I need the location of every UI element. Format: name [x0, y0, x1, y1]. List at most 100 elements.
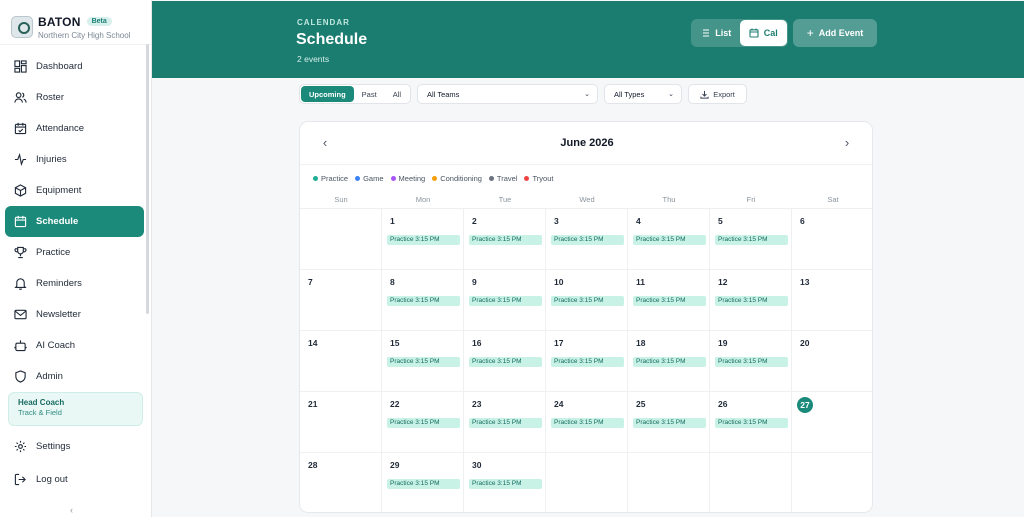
plus-icon: + [806, 26, 814, 40]
legend-label: Game [363, 174, 384, 183]
event-chip[interactable]: Practice 3:15 PM [469, 235, 542, 245]
event-chip[interactable]: Practice 3:15 PM [551, 235, 624, 245]
day-cell[interactable]: 5 Practice 3:15 PM [710, 209, 792, 270]
sidebar-item-reminders[interactable]: Reminders [5, 268, 144, 299]
day-cell[interactable]: 3 Practice 3:15 PM [546, 209, 628, 270]
calendar-view-button[interactable]: Cal [739, 20, 787, 46]
day-cell[interactable]: 23 Practice 3:15 PM [464, 392, 546, 453]
team-select[interactable]: All Teams ⌄ [417, 84, 599, 104]
day-number: 12 [718, 277, 728, 287]
sidebar-item-newsletter[interactable]: Newsletter [5, 299, 144, 330]
legend-dot-icon [313, 176, 318, 181]
day-cell[interactable]: 27 [792, 392, 872, 453]
event-chip[interactable]: Practice 3:15 PM [715, 418, 788, 428]
sidebar-item-label: Newsletter [36, 309, 81, 320]
sidebar-item-settings[interactable]: Settings [5, 431, 144, 462]
range-upcoming-button[interactable]: Upcoming [301, 86, 354, 102]
day-cell[interactable]: 7 [300, 270, 382, 331]
day-cell[interactable]: 28 [300, 453, 382, 512]
day-cell[interactable]: 19 Practice 3:15 PM [710, 331, 792, 392]
day-number: 13 [800, 277, 810, 287]
day-cell[interactable]: 13 [792, 270, 872, 331]
beta-badge: Beta [86, 17, 112, 26]
export-button[interactable]: Export [688, 84, 748, 104]
sidebar-item-schedule[interactable]: Schedule [5, 206, 144, 237]
event-chip[interactable]: Practice 3:15 PM [469, 479, 542, 489]
sidebar-item-dashboard[interactable]: Dashboard [5, 51, 144, 82]
day-cell[interactable]: 22 Practice 3:15 PM [382, 392, 464, 453]
event-chip[interactable]: Practice 3:15 PM [469, 296, 542, 306]
sidebar-item-ai-coach[interactable]: AI Coach [5, 330, 144, 361]
day-cell[interactable]: 29 Practice 3:15 PM [382, 453, 464, 512]
trophy-icon [13, 246, 27, 260]
day-cell[interactable]: 1 Practice 3:15 PM [382, 209, 464, 270]
range-past-button[interactable]: Past [354, 86, 385, 102]
sidebar-item-practice[interactable]: Practice [5, 237, 144, 268]
day-cell[interactable]: 18 Practice 3:15 PM [628, 331, 710, 392]
brand[interactable]: BATON Beta Northern City High School [0, 0, 151, 45]
legend-item: Game [355, 174, 384, 183]
event-chip[interactable]: Practice 3:15 PM [633, 418, 706, 428]
range-all-button[interactable]: All [385, 86, 409, 102]
empty-day-cell [628, 453, 710, 512]
collapse-sidebar-icon[interactable]: ‹ [70, 505, 73, 515]
sidebar-item-attendance[interactable]: Attendance [5, 113, 144, 144]
day-number: 24 [554, 399, 564, 409]
event-chip[interactable]: Practice 3:15 PM [551, 418, 624, 428]
school-logo [11, 16, 33, 38]
event-chip[interactable]: Practice 3:15 PM [633, 296, 706, 306]
event-chip[interactable]: Practice 3:15 PM [387, 418, 460, 428]
event-chip[interactable]: Practice 3:15 PM [715, 235, 788, 245]
day-number: 25 [636, 399, 646, 409]
next-month-button[interactable]: › [839, 134, 855, 150]
weekday-header: Sun Mon Tue Wed Thu Fri Sat [300, 192, 872, 209]
event-chip[interactable]: Practice 3:15 PM [633, 357, 706, 367]
day-cell[interactable]: 16 Practice 3:15 PM [464, 331, 546, 392]
list-view-button[interactable]: List [692, 20, 740, 46]
day-cell[interactable]: 8 Practice 3:15 PM [382, 270, 464, 331]
event-chip[interactable]: Practice 3:15 PM [387, 235, 460, 245]
sidebar: BATON Beta Northern City High School Das… [0, 0, 152, 517]
legend-label: Tryout [532, 174, 554, 183]
sidebar-item-roster[interactable]: Roster [5, 82, 144, 113]
day-cell[interactable]: 6 [792, 209, 872, 270]
sidebar-nav: Dashboard Roster Attendance Injuries Equ… [0, 51, 152, 392]
day-cell[interactable]: 14 [300, 331, 382, 392]
day-cell[interactable]: 17 Practice 3:15 PM [546, 331, 628, 392]
event-chip[interactable]: Practice 3:15 PM [469, 357, 542, 367]
sidebar-item-equipment[interactable]: Equipment [5, 175, 144, 206]
legend-label: Travel [496, 174, 518, 183]
day-cell[interactable]: 15 Practice 3:15 PM [382, 331, 464, 392]
event-chip[interactable]: Practice 3:15 PM [551, 296, 624, 306]
day-cell[interactable]: 12 Practice 3:15 PM [710, 270, 792, 331]
sidebar-item-label: Roster [36, 92, 64, 103]
sidebar-item-logout[interactable]: Log out [5, 464, 144, 495]
event-chip[interactable]: Practice 3:15 PM [551, 357, 624, 367]
day-cell[interactable]: 21 [300, 392, 382, 453]
day-cell[interactable]: 10 Practice 3:15 PM [546, 270, 628, 331]
gear-icon [13, 440, 27, 454]
day-cell[interactable]: 24 Practice 3:15 PM [546, 392, 628, 453]
sidebar-item-label: Log out [36, 474, 68, 485]
sidebar-item-injuries[interactable]: Injuries [5, 144, 144, 175]
add-event-button[interactable]: + Add Event [793, 19, 877, 47]
type-select[interactable]: All Types ⌄ [604, 84, 683, 104]
day-cell[interactable]: 20 [792, 331, 872, 392]
page-header: CALENDAR Schedule 2 events List Cal + Ad… [152, 1, 1024, 78]
event-chip[interactable]: Practice 3:15 PM [387, 357, 460, 367]
day-cell[interactable]: 9 Practice 3:15 PM [464, 270, 546, 331]
event-chip[interactable]: Practice 3:15 PM [387, 296, 460, 306]
event-chip[interactable]: Practice 3:15 PM [715, 296, 788, 306]
day-cell[interactable]: 26 Practice 3:15 PM [710, 392, 792, 453]
event-chip[interactable]: Practice 3:15 PM [387, 479, 460, 489]
event-chip[interactable]: Practice 3:15 PM [633, 235, 706, 245]
event-chip[interactable]: Practice 3:15 PM [715, 357, 788, 367]
day-cell[interactable]: 11 Practice 3:15 PM [628, 270, 710, 331]
legend-item: Conditioning [432, 174, 482, 183]
day-cell[interactable]: 25 Practice 3:15 PM [628, 392, 710, 453]
day-cell[interactable]: 30 Practice 3:15 PM [464, 453, 546, 512]
event-chip[interactable]: Practice 3:15 PM [469, 418, 542, 428]
day-cell[interactable]: 4 Practice 3:15 PM [628, 209, 710, 270]
sidebar-item-admin[interactable]: Admin [5, 361, 144, 392]
day-cell[interactable]: 2 Practice 3:15 PM [464, 209, 546, 270]
